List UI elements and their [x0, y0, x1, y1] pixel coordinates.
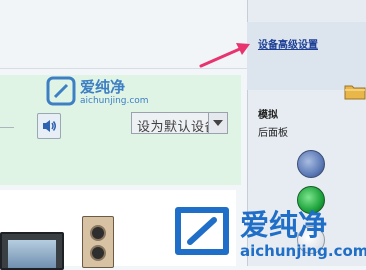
line-in-jack[interactable]	[297, 150, 325, 178]
watermark-small: 爱纯净 aichunjing.com	[46, 76, 149, 110]
watermark-large: 爱纯净 aichunjing.com	[166, 198, 366, 264]
slider-track[interactable]	[0, 127, 14, 128]
set-default-label: 设为默认设备	[137, 120, 219, 135]
analog-title: 模拟	[258, 110, 278, 121]
speaker-device-icon	[82, 216, 114, 268]
speaker-icon	[43, 120, 56, 132]
logo-icon	[175, 207, 229, 255]
brand-url: aichunjing.com	[80, 96, 149, 106]
folder-icon[interactable]	[344, 82, 366, 100]
logo-icon	[46, 76, 76, 106]
monitor-icon	[0, 232, 64, 270]
chevron-down-icon[interactable]	[208, 113, 227, 133]
annotation-arrow-icon	[199, 43, 250, 68]
volume-button[interactable]	[37, 113, 61, 139]
brand-name: 爱纯净	[80, 78, 126, 96]
back-panel-label: 后面板	[258, 128, 288, 139]
brand-name: 爱纯净	[240, 208, 328, 242]
device-advanced-settings-link[interactable]: 设备高级设置	[258, 36, 318, 51]
side-panel-header	[247, 22, 366, 90]
set-default-device-dropdown[interactable]: 设为默认设备	[131, 112, 228, 135]
brand-url: aichunjing.com	[240, 242, 366, 260]
